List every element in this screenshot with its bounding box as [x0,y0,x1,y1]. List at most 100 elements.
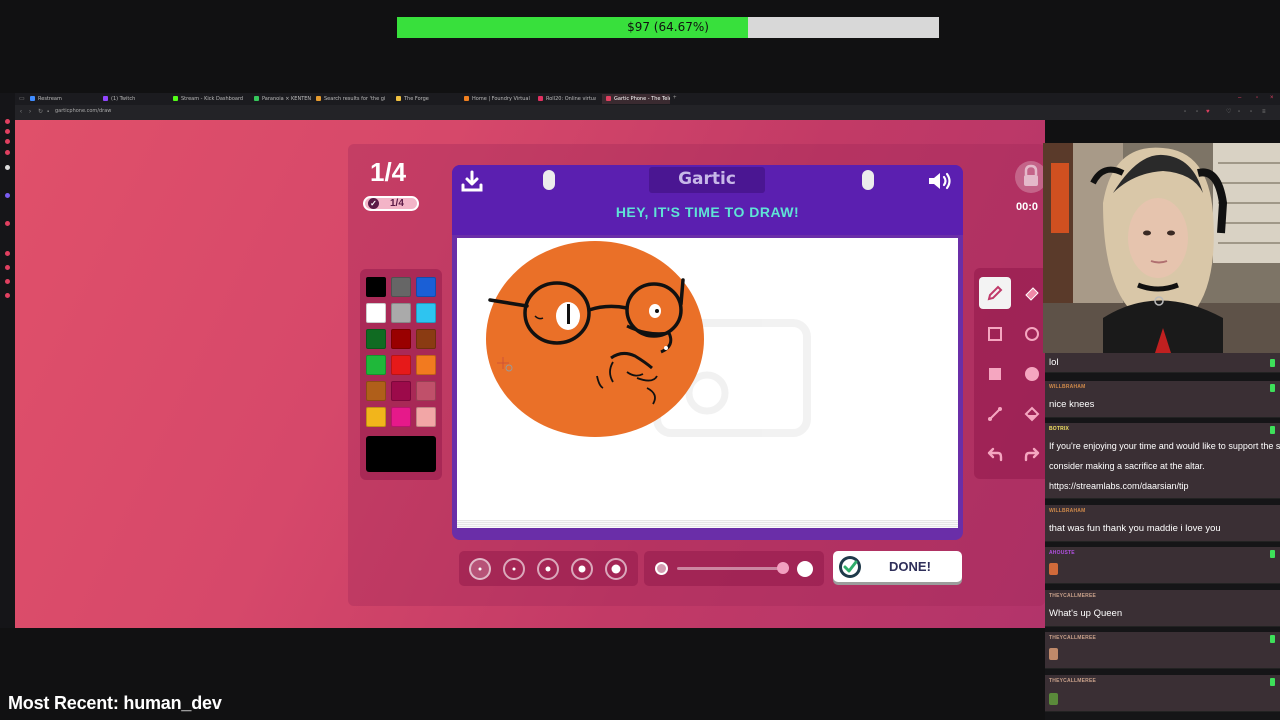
color-swatch[interactable] [366,355,386,375]
browser-tab[interactable]: Paranoia × KENTEN [254,94,312,104]
redo-tool[interactable] [1016,438,1048,470]
chat-platform-badge [1270,359,1275,367]
back-icon[interactable]: ‹ [20,109,26,115]
circle-outline-icon [1025,327,1039,341]
browser-tab[interactable]: The Forge [396,94,448,104]
browser-tab[interactable]: Stream - Kick Dashboard [173,94,243,104]
color-swatch[interactable] [366,329,386,349]
browser-tab-label: Gartic Phone - The Teleg [614,96,670,102]
browser-tab-label: Restream [38,96,62,102]
color-swatch[interactable] [391,329,411,349]
new-tab-icon[interactable]: + [673,95,679,101]
streamer-webcam-image [1043,143,1280,353]
chat-platform-badge [1270,550,1275,558]
close-window-icon[interactable]: × [1270,95,1276,101]
check-icon: ✓ [368,198,379,209]
fill-bucket-tool[interactable] [1016,398,1048,430]
sidebar-app-icon[interactable] [5,221,10,226]
tab-overview-icon[interactable]: ▭ [19,96,25,102]
pen-tool[interactable] [979,277,1011,309]
extension-icon[interactable]: ▫ [1250,109,1256,115]
sidebar-app-icon[interactable] [5,193,10,198]
drawing-canvas[interactable] [457,238,958,520]
color-swatch[interactable] [416,329,436,349]
color-swatch[interactable] [416,303,436,323]
browser-tab[interactable]: Roll20: Online virtual ta [538,94,596,104]
color-swatch[interactable] [391,407,411,427]
browser-tab[interactable]: Restream [30,94,90,104]
chat-message: AHOUSTE [1045,547,1280,584]
brush-size-3[interactable] [537,558,559,580]
browser-tab-label: (1) Twitch [111,96,136,102]
color-swatch[interactable] [366,381,386,401]
tab-favicon-icon [254,96,259,101]
menu-icon[interactable]: ≡ [1262,109,1268,115]
rectangle-fill-tool[interactable] [979,358,1011,390]
chat-username: WILLBRAHAM [1049,508,1086,514]
brush-size-5[interactable] [605,558,627,580]
browser-tab[interactable]: Home | Foundry Virtual T [464,94,530,104]
sidebar-app-icon[interactable] [5,251,10,256]
tab-favicon-icon [173,96,178,101]
opacity-slider-track[interactable] [677,567,789,570]
download-icon[interactable] [461,170,483,192]
circle-filled-icon [1025,367,1039,381]
reload-icon[interactable]: ↻ [38,109,44,115]
browser-tab[interactable]: Search results for 'the gi [316,94,390,104]
sound-icon[interactable] [927,170,955,192]
brush-size-4[interactable] [571,558,593,580]
color-swatch[interactable] [391,355,411,375]
screen: $97 (64.67%) ◉ ▭ Restream(1) TwitchStrea… [0,0,1280,720]
sidebar-app-icon[interactable] [5,279,10,284]
forward-icon[interactable]: › [29,109,35,115]
draw-prompt-title: HEY, IT'S TIME TO DRAW! [615,204,800,220]
heart-outline-icon[interactable]: ♡ [1226,109,1232,115]
color-swatch[interactable] [416,381,436,401]
sidebar-app-icon[interactable] [5,139,10,144]
extension-icon[interactable]: ▫ [1238,109,1244,115]
sidebar-app-icon[interactable] [5,119,10,124]
sidebar-app-icon[interactable] [5,265,10,270]
sidebar-app-icon[interactable] [5,293,10,298]
chat-platform-badge [1270,678,1275,686]
undo-tool[interactable] [979,438,1011,470]
maximize-icon[interactable]: ▫ [1256,95,1262,101]
color-swatch[interactable] [366,303,386,323]
opacity-slider-handle[interactable] [777,562,789,574]
url-field[interactable]: garticphone.com/draw [55,108,111,114]
color-swatch[interactable] [416,355,436,375]
extension-icon[interactable]: ▫ [1196,109,1202,115]
donation-goal-bar: $97 (64.67%) [397,17,939,38]
sidebar-app-icon[interactable] [5,150,10,155]
color-swatch[interactable] [391,303,411,323]
rectangle-outline-tool[interactable] [979,318,1011,350]
ellipse-fill-tool[interactable] [1016,358,1048,390]
color-swatch[interactable] [391,381,411,401]
chat-link[interactable]: https://streamlabs.com/daarsian/tip [1049,477,1189,496]
line-tool[interactable] [979,398,1011,430]
chat-username: BOTRIX [1049,426,1070,432]
sidebar-app-icon[interactable] [5,129,10,134]
color-swatch[interactable] [416,407,436,427]
heart-icon[interactable]: ♥ [1206,109,1212,115]
round-badge: ✓ 1/4 [363,196,419,211]
color-swatch[interactable] [391,277,411,297]
tab-favicon-icon [538,96,543,101]
color-swatch[interactable] [416,277,436,297]
color-swatch[interactable] [366,407,386,427]
extension-icon[interactable]: ▫ [1184,109,1190,115]
minimize-icon[interactable]: – [1238,95,1244,101]
browser-tab[interactable]: Gartic Phone - The Teleg [602,94,670,104]
chat-message: THEYCALLMEREE [1045,632,1280,669]
brush-size-1[interactable] [469,558,491,580]
browser-tab[interactable]: (1) Twitch [103,94,163,104]
sidebar-app-icon[interactable] [5,165,10,170]
chat-username: WILLBRAHAM [1049,384,1086,390]
chat-message-text: consider making a sacrifice at the altar… [1049,461,1205,471]
chat-message: THEYCALLMEREE [1045,675,1280,712]
color-swatch[interactable] [366,277,386,297]
current-color-preview[interactable] [366,436,436,472]
brush-size-2[interactable] [503,558,525,580]
chat-message: WILLBRAHAM that was fun thank you maddie… [1045,505,1280,542]
browser-tab-label: Roll20: Online virtual ta [546,96,596,102]
